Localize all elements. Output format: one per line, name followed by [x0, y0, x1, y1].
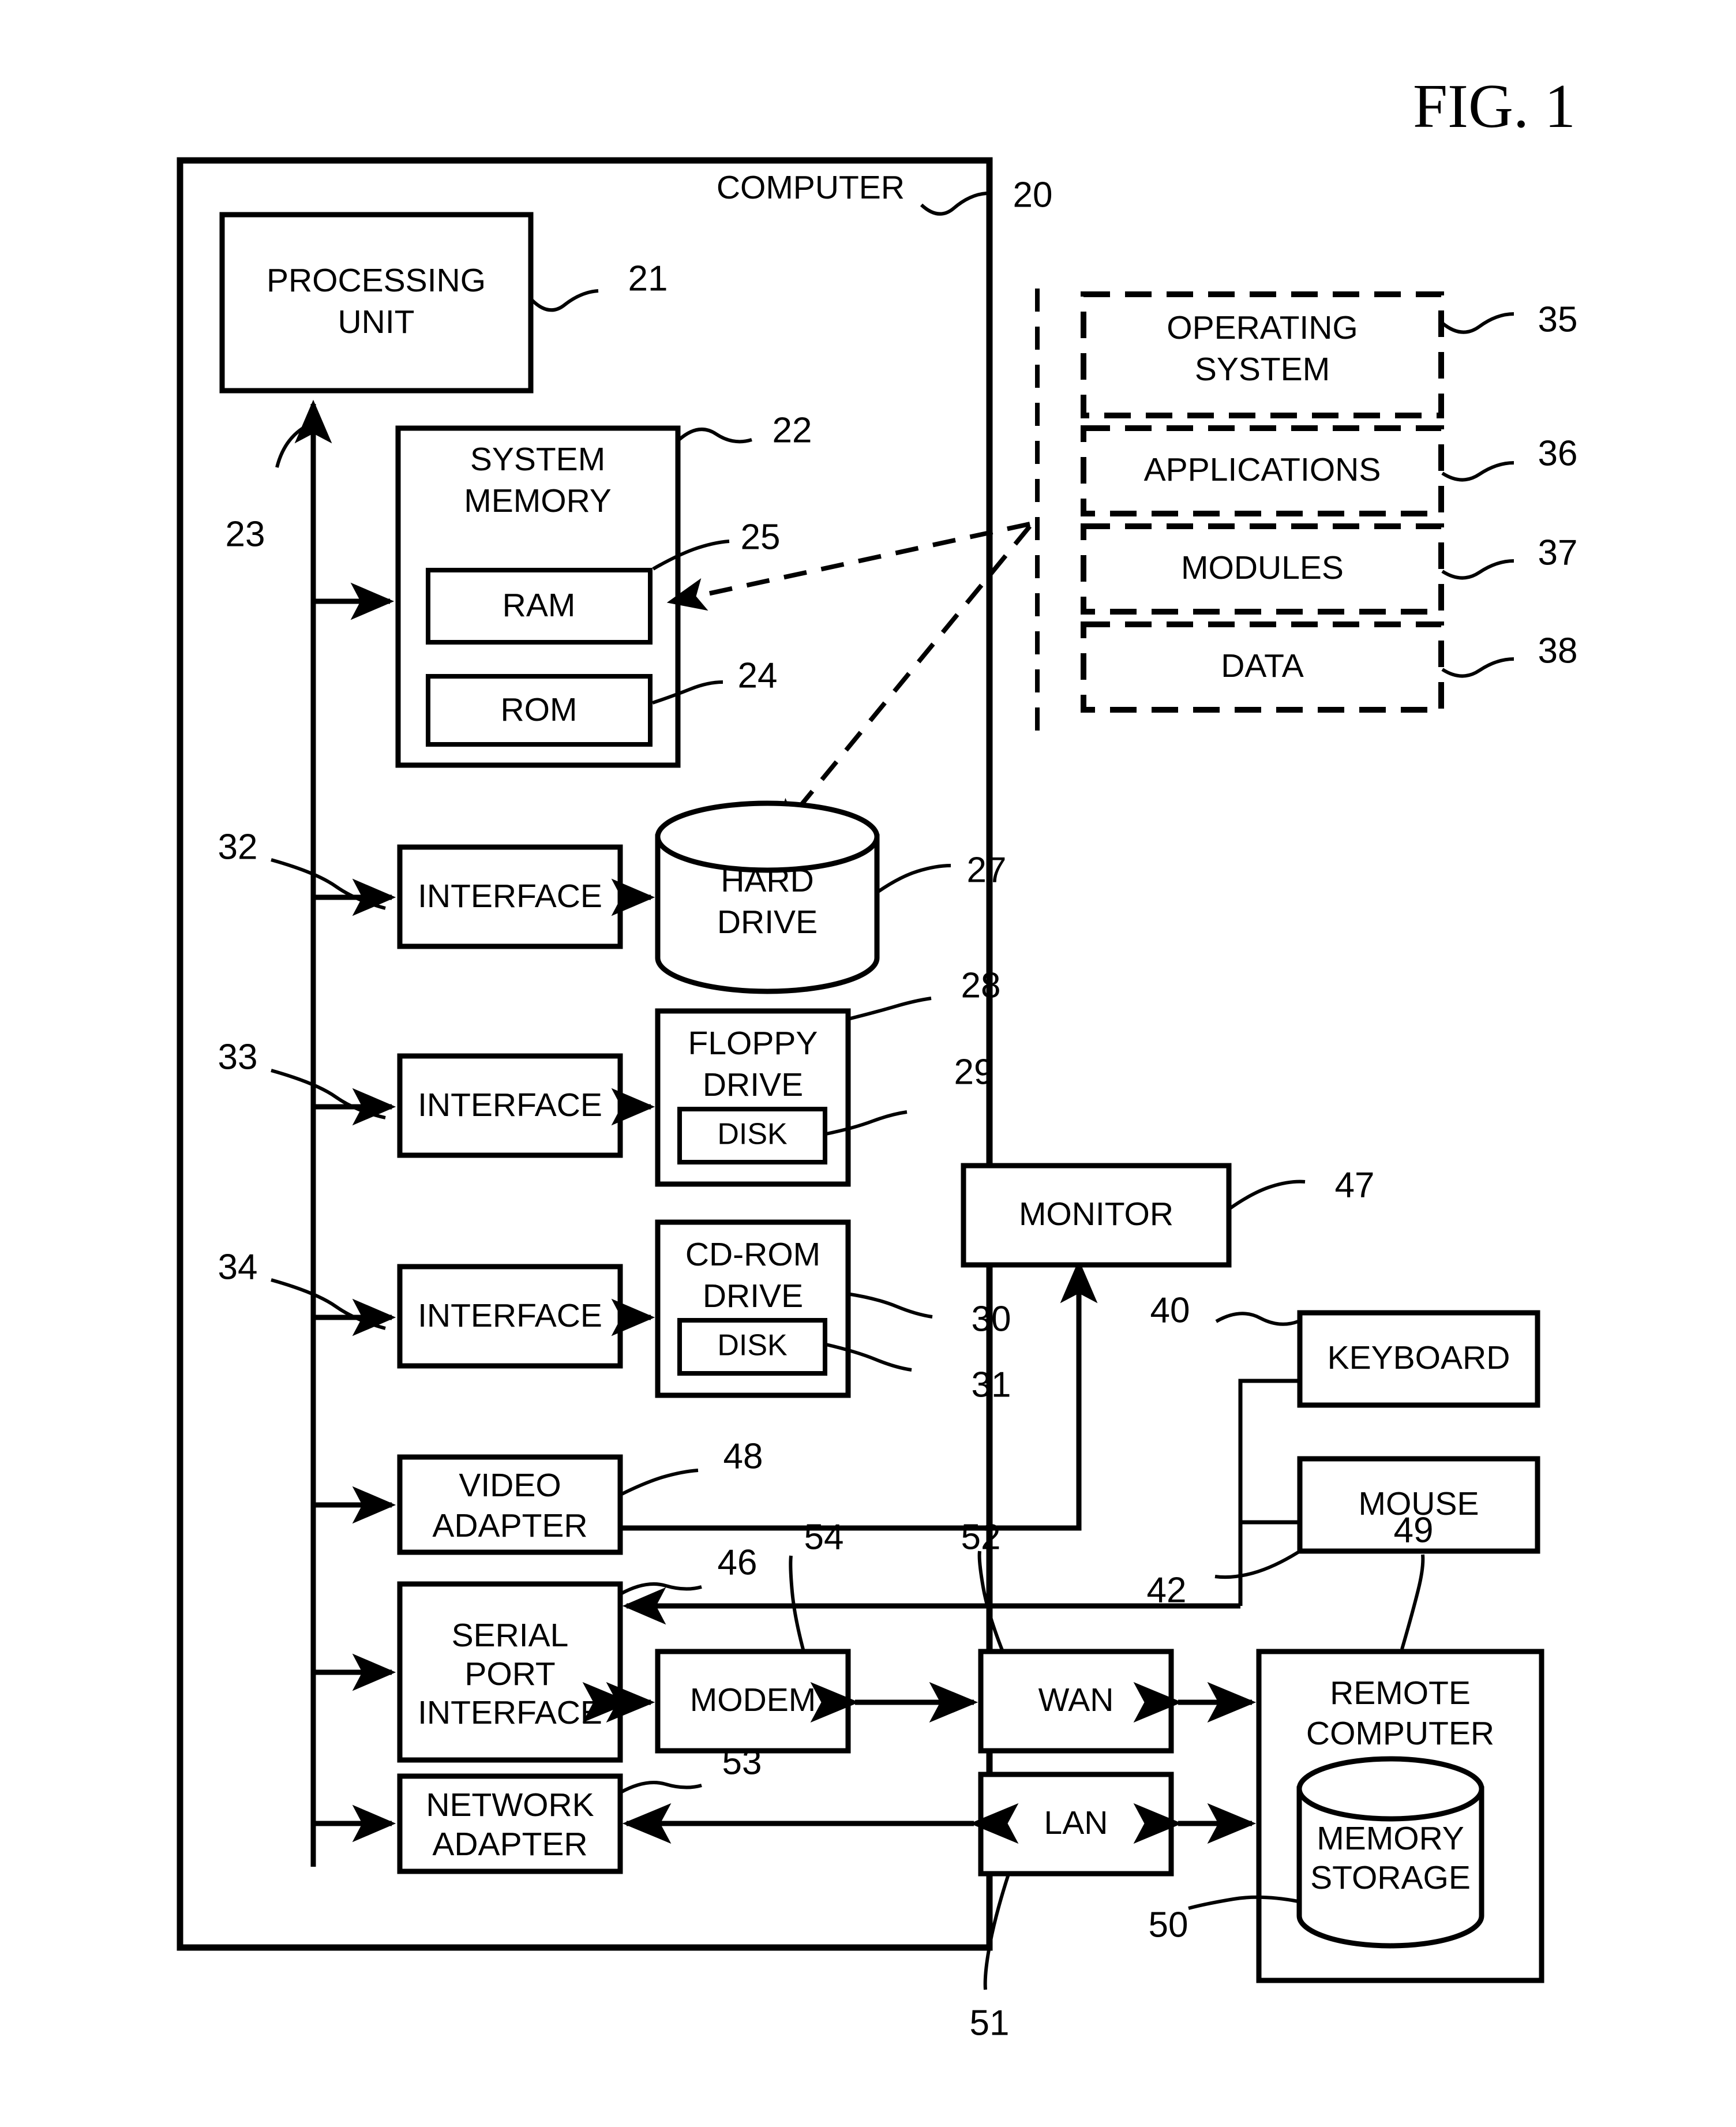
ref-33: 33 [218, 1037, 258, 1077]
serial-port-label-1: SERIAL [452, 1617, 569, 1654]
ref-53: 53 [722, 1742, 762, 1782]
video-adapter-label-1: VIDEO [459, 1467, 561, 1504]
ref-40: 40 [1150, 1290, 1190, 1330]
ref-46: 46 [718, 1542, 758, 1582]
rom-label: ROM [501, 691, 578, 728]
leader-42 [1214, 1551, 1299, 1579]
processing-unit-label-2: UNIT [338, 304, 415, 340]
ref-54: 54 [804, 1517, 844, 1557]
network-adapter-label-1: NETWORK [426, 1787, 594, 1823]
data-label: DATA [1221, 647, 1304, 684]
ref-36: 36 [1538, 433, 1578, 473]
interface-floppy-label: INTERFACE [418, 1087, 602, 1124]
operating-system-label-2: SYSTEM [1195, 351, 1330, 388]
ram-label: RAM [503, 587, 576, 624]
ref-20: 20 [1013, 175, 1053, 215]
ref-50: 50 [1149, 1905, 1188, 1945]
computer-label: COMPUTER [717, 169, 905, 206]
wan-label: WAN [1038, 1682, 1114, 1718]
cdrom-drive-label-2: DRIVE [703, 1278, 803, 1315]
network-adapter-label-2: ADAPTER [432, 1826, 587, 1863]
ref-28: 28 [961, 965, 1001, 1005]
keyboard-wire [1238, 1379, 1300, 1606]
processing-unit-box [219, 212, 534, 394]
system-memory-label-1: SYSTEM [470, 441, 605, 478]
modules-label: MODULES [1181, 549, 1344, 586]
ref-27: 27 [967, 850, 1007, 890]
ref-52: 52 [961, 1517, 1001, 1557]
processing-unit-label-1: PROCESSING [267, 262, 486, 299]
operating-system-label-1: OPERATING [1167, 309, 1358, 346]
monitor-label: MONITOR [1019, 1196, 1173, 1233]
ref-35: 35 [1538, 299, 1578, 339]
lan-label: LAN [1044, 1804, 1108, 1841]
ref-32: 32 [218, 827, 258, 867]
remote-computer-label-1: REMOTE [1330, 1675, 1471, 1712]
leader-38 [1441, 657, 1514, 678]
hard-drive-label-2: DRIVE [717, 904, 818, 941]
applications-label: APPLICATIONS [1144, 451, 1381, 488]
floppy-disk-label: DISK [717, 1118, 788, 1151]
serial-port-label-3: INTERFACE [418, 1694, 602, 1731]
leader-40 [1215, 1312, 1299, 1326]
ref-51: 51 [970, 2003, 1010, 2043]
ref-31: 31 [972, 1365, 1011, 1405]
patent-figure-1: FIG. 1 COMPUTER 20 PROCESSING UNIT 21 23… [0, 0, 1736, 2127]
ref-48: 48 [723, 1436, 763, 1476]
system-memory-label-2: MEMORY [464, 482, 611, 519]
leader-49 [1400, 1554, 1425, 1650]
interface-hard-label: INTERFACE [418, 878, 602, 915]
ref-29: 29 [954, 1052, 994, 1092]
cdrom-drive-label-1: CD-ROM [685, 1236, 820, 1273]
ref-38: 38 [1538, 631, 1578, 671]
floppy-drive-label-2: DRIVE [703, 1066, 803, 1103]
interface-cdrom-label: INTERFACE [418, 1297, 602, 1334]
ref-34: 34 [218, 1247, 258, 1287]
ref-21: 21 [628, 259, 668, 298]
leader-36 [1441, 461, 1514, 482]
leader-35 [1441, 312, 1514, 334]
ref-49: 49 [1394, 1510, 1434, 1550]
ref-47: 47 [1335, 1165, 1375, 1205]
floppy-drive-label-1: FLOPPY [688, 1025, 818, 1062]
figure-title: FIG. 1 [1413, 72, 1576, 141]
ref-30: 30 [972, 1299, 1011, 1339]
leader-47 [1229, 1179, 1306, 1210]
ref-24: 24 [738, 656, 778, 695]
leader-37 [1441, 559, 1514, 580]
video-adapter-label-2: ADAPTER [432, 1507, 587, 1544]
memory-storage-label-2: STORAGE [1310, 1859, 1471, 1896]
keyboard-label: KEYBOARD [1328, 1339, 1510, 1376]
hard-drive-label-1: HARD [721, 862, 814, 899]
remote-computer-label-2: COMPUTER [1306, 1715, 1494, 1752]
cdrom-disk-label: DISK [717, 1329, 788, 1362]
ref-25: 25 [741, 517, 781, 557]
ref-37: 37 [1538, 533, 1578, 572]
memory-storage-label-1: MEMORY [1317, 1820, 1464, 1857]
ref-22: 22 [773, 410, 812, 450]
modem-label: MODEM [690, 1682, 816, 1718]
ref-23: 23 [226, 514, 265, 554]
serial-port-label-2: PORT [464, 1656, 555, 1692]
